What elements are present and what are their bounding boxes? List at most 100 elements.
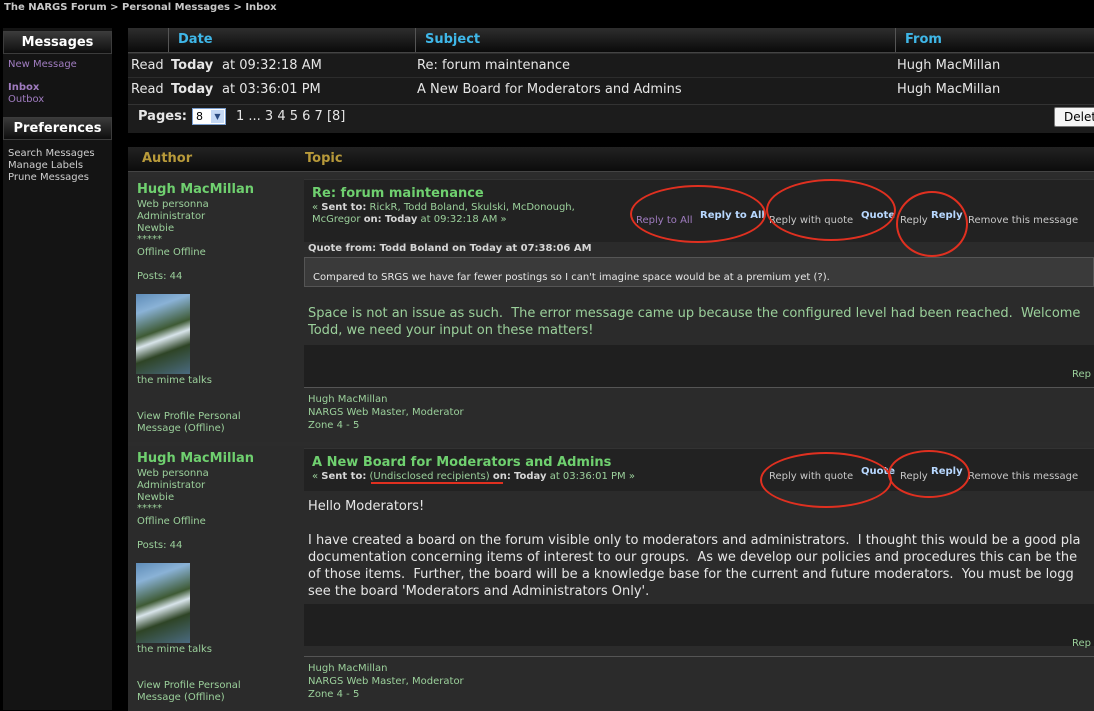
quote-box: Compared to SRGS we have far fewer posti… xyxy=(304,257,1094,287)
topic-title-link[interactable]: A New Board for Moderators and Admins xyxy=(312,455,611,470)
quote-header: Quote from: Todd Boland on Today at 07:3… xyxy=(308,243,592,254)
quote-text: Compared to SRGS we have far fewer posti… xyxy=(313,272,830,283)
messages-panel: Author Topic Hugh MacMillan Web personna… xyxy=(128,147,1094,711)
author-stars: ***** xyxy=(137,503,162,514)
topic-column-header: Topic xyxy=(305,151,343,166)
inbox-link[interactable]: Inbox xyxy=(8,82,39,93)
sidebar: Messages New Message Inbox Outbox Prefer… xyxy=(3,28,112,710)
signature-line: NARGS Web Master, Moderator xyxy=(308,407,464,418)
author-rank: Newbie xyxy=(137,492,175,503)
view-profile-links[interactable]: View Profile Personal Message (Offline) xyxy=(137,411,267,435)
remove-message-link[interactable]: Remove this message xyxy=(968,215,1078,226)
sent-on-label: on: xyxy=(492,471,511,482)
author-title: Web personna xyxy=(137,199,209,210)
pages-label: Pages: xyxy=(138,109,188,124)
column-subject[interactable]: Subject xyxy=(415,28,895,52)
message-post: Hugh MacMillan Web personna Administrato… xyxy=(128,177,1094,442)
sent-to-line: « Sent to: RickR, Todd Boland, Skulski, … xyxy=(312,202,575,225)
signature-line: Zone 4 - 5 xyxy=(308,420,360,431)
sent-to-label: Sent to: xyxy=(321,471,367,482)
message-post: Hugh MacMillan Web personna Administrato… xyxy=(128,446,1094,711)
signature-line: Hugh MacMillan xyxy=(308,663,388,674)
author-status: Offline Offline xyxy=(137,247,206,258)
breadcrumb-forum[interactable]: The NARGS Forum xyxy=(4,2,107,13)
sent-day: Today xyxy=(384,214,418,225)
page-select-value: 8 xyxy=(196,110,203,123)
row-date-day: Today xyxy=(171,58,214,73)
avatar-caption: the mime talks xyxy=(137,375,213,386)
message-spacer xyxy=(304,604,1094,646)
author-title: Web personna xyxy=(137,468,209,479)
messages-header: Author Topic xyxy=(128,147,1094,172)
delete-button[interactable]: Delet xyxy=(1054,107,1094,127)
topic-title-link[interactable]: Re: forum maintenance xyxy=(312,186,484,201)
sent-to-recipients: (Undisclosed recipients) xyxy=(369,471,490,482)
row-date-time: at 03:36:01 PM xyxy=(222,82,321,97)
author-status: Offline Offline xyxy=(137,516,206,527)
sent-time: at 09:32:18 AM » xyxy=(417,214,507,225)
report-link[interactable]: Rep xyxy=(1072,369,1091,380)
sent-time: at 03:36:01 PM » xyxy=(546,471,635,482)
pagination-bar: Pages: 8 ▼ 1 ... 3 4 5 6 7 [8] xyxy=(128,104,1094,133)
row-from-link[interactable]: Hugh MacMillan xyxy=(897,78,1000,102)
row-date-time: at 09:32:18 AM xyxy=(222,58,322,73)
author-column-header: Author xyxy=(142,151,193,166)
page-links[interactable]: 1 ... 3 4 5 6 7 [8] xyxy=(236,109,345,124)
breadcrumb: The NARGS Forum > Personal Messages > In… xyxy=(4,2,277,13)
avatar xyxy=(136,563,190,643)
author-rank: Newbie xyxy=(137,223,175,234)
sent-on-label: on: xyxy=(363,214,382,225)
table-row[interactable]: Read Today at 09:32:18 AM Re: forum main… xyxy=(128,53,1094,78)
new-message-link[interactable]: New Message xyxy=(8,59,77,70)
preferences-menu-title: Preferences xyxy=(3,117,112,140)
sent-to-label: Sent to: xyxy=(321,202,367,213)
avatar xyxy=(136,294,190,374)
breadcrumb-current[interactable]: Inbox xyxy=(245,2,276,13)
signature-divider xyxy=(304,656,1094,657)
author-stars: ***** xyxy=(137,234,162,245)
view-profile-links[interactable]: View Profile Personal Message (Offline) xyxy=(137,680,267,704)
column-from[interactable]: From xyxy=(895,28,1094,52)
annotation-circle xyxy=(888,450,970,498)
inbox-table: Date Subject From Read Today at 09:32:18… xyxy=(128,28,1094,133)
prune-messages-link[interactable]: Prune Messages xyxy=(8,172,89,183)
chevron-down-icon[interactable]: ▼ xyxy=(211,110,224,123)
topic-header: A New Board for Moderators and Admins « … xyxy=(304,448,1094,491)
messages-menu-title: Messages xyxy=(3,31,112,54)
table-row[interactable]: Read Today at 03:36:01 PM A New Board fo… xyxy=(128,77,1094,102)
author-name-link[interactable]: Hugh MacMillan xyxy=(137,451,254,466)
row-date-day: Today xyxy=(171,82,214,97)
row-from-link[interactable]: Hugh MacMillan xyxy=(897,54,1000,78)
author-group: Administrator xyxy=(137,211,206,222)
breadcrumb-separator: > xyxy=(110,2,119,13)
report-link[interactable]: Rep xyxy=(1072,638,1091,649)
outbox-link[interactable]: Outbox xyxy=(8,94,44,105)
row-subject-link[interactable]: A New Board for Moderators and Admins xyxy=(417,78,682,102)
remove-message-link[interactable]: Remove this message xyxy=(968,471,1078,482)
sent-day: Today xyxy=(514,471,547,482)
message-greeting: Hello Moderators! xyxy=(308,499,425,514)
signature-line: NARGS Web Master, Moderator xyxy=(308,676,464,687)
author-post-count: Posts: 44 xyxy=(137,271,183,282)
annotation-circle xyxy=(630,185,766,243)
row-status: Read xyxy=(131,58,164,73)
page-select[interactable]: 8 ▼ xyxy=(192,108,226,125)
avatar-caption: the mime talks xyxy=(137,644,213,655)
message-body: Space is not an issue as such. The error… xyxy=(308,306,1081,338)
inbox-header: Date Subject From xyxy=(128,28,1094,53)
annotation-circle xyxy=(896,191,968,257)
annotation-underline xyxy=(371,482,503,484)
manage-labels-link[interactable]: Manage Labels xyxy=(8,160,83,171)
message-spacer xyxy=(304,345,1094,387)
signature-line: Zone 4 - 5 xyxy=(308,689,360,700)
annotation-circle xyxy=(766,179,896,241)
author-name-link[interactable]: Hugh MacMillan xyxy=(137,182,254,197)
row-status: Read xyxy=(131,82,164,97)
breadcrumb-section[interactable]: Personal Messages xyxy=(122,2,230,13)
author-group: Administrator xyxy=(137,480,206,491)
signature-divider xyxy=(304,387,1094,388)
column-date[interactable]: Date xyxy=(168,28,415,52)
row-subject-link[interactable]: Re: forum maintenance xyxy=(417,54,570,78)
signature-line: Hugh MacMillan xyxy=(308,394,388,405)
search-messages-link[interactable]: Search Messages xyxy=(8,148,95,159)
